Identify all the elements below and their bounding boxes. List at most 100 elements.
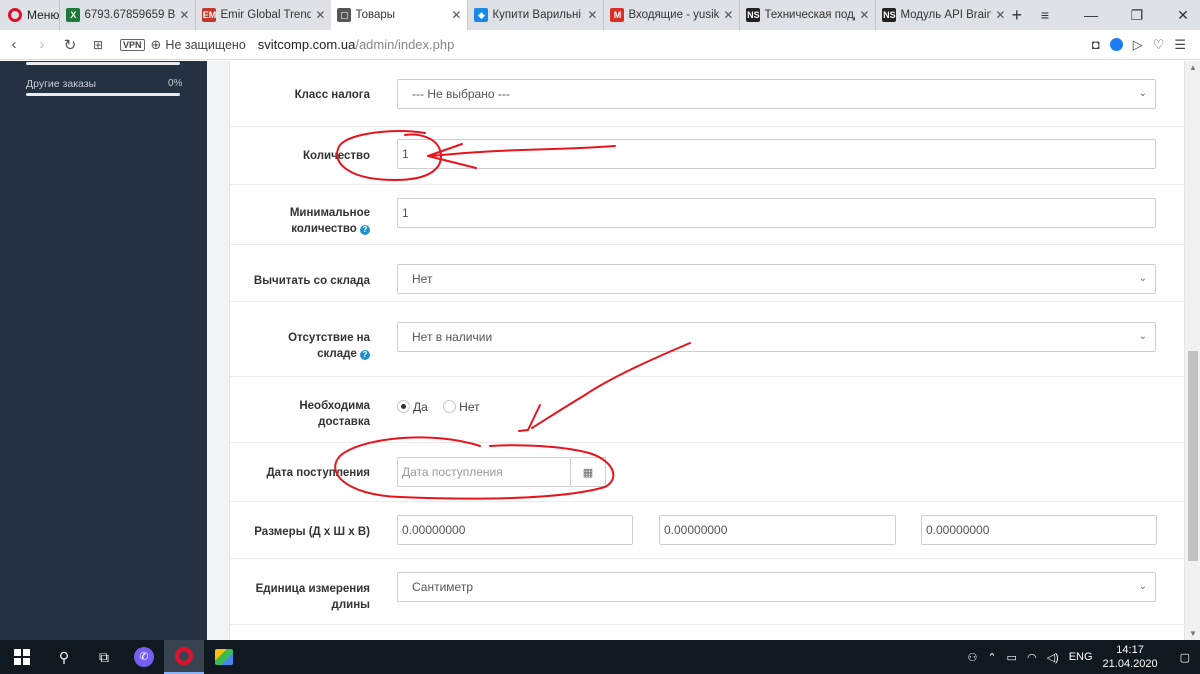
main-content: Класс налога --- Не выбрано --- ⌄ Количе… xyxy=(207,61,1186,640)
restore-icon[interactable]: ❐ xyxy=(1114,0,1160,30)
date-available-placeholder: Дата поступления xyxy=(402,465,503,479)
vpn-badge[interactable]: VPN xyxy=(120,38,145,51)
minimize-icon[interactable]: — xyxy=(1068,0,1114,30)
windows-start-button[interactable] xyxy=(0,640,44,674)
help-icon[interactable]: ? xyxy=(360,350,370,360)
wifi-icon[interactable]: ◠ xyxy=(1027,651,1037,664)
tab-favicon-icon: M xyxy=(610,8,625,22)
send-icon[interactable]: ▷ xyxy=(1133,37,1143,53)
security-status[interactable]: Не защищено xyxy=(165,38,245,52)
opera-menu-label: Меню xyxy=(27,8,60,22)
calendar-icon: ▦ xyxy=(582,466,594,479)
globe-icon: ⊕ xyxy=(150,36,162,52)
clock-date: 21.04.2020 xyxy=(1102,658,1158,670)
browser-tab[interactable]: M Входящие - yusik ✕ xyxy=(603,0,739,30)
battery-icon[interactable]: ▭ xyxy=(1007,651,1017,664)
page-scrollbar[interactable]: ▲ ▼ xyxy=(1186,61,1200,640)
opera-menu-button[interactable]: Меню xyxy=(0,0,59,30)
shipping-yes-radio[interactable] xyxy=(397,400,410,413)
subtract-value: Нет xyxy=(412,272,433,286)
back-icon[interactable]: ‹ xyxy=(0,36,28,53)
chevron-down-icon: ⌄ xyxy=(1138,88,1147,99)
speed-dial-icon[interactable]: ⊞ xyxy=(84,38,112,52)
volume-icon[interactable]: ◁) xyxy=(1047,651,1059,664)
clock[interactable]: 14:17 21.04.2020 xyxy=(1103,643,1158,671)
browser-tab[interactable]: ▢ Товары ✕ xyxy=(331,0,468,30)
tax-class-value: --- Не выбрано --- xyxy=(412,87,510,101)
task-view-icon[interactable]: ⧉ xyxy=(84,640,124,674)
notifications-icon[interactable]: ▢ xyxy=(1180,651,1190,664)
tab-title: Техническая подд xyxy=(764,9,856,21)
paint-app-icon[interactable] xyxy=(204,640,244,674)
shipping-no-label[interactable]: Нет xyxy=(459,400,479,414)
camera-icon[interactable]: ◘ xyxy=(1092,37,1100,52)
form-row-dimensions: Размеры (Д х Ш х В) 0.00000000 0.0000000… xyxy=(230,501,1186,558)
viber-app-icon[interactable]: ✆ xyxy=(124,640,164,674)
sidebar-progress-bar xyxy=(26,62,180,65)
browser-tab[interactable]: NS Модуль API Brain ✕ xyxy=(875,0,1011,30)
scroll-down-icon[interactable]: ▼ xyxy=(1189,629,1197,638)
width-input[interactable]: 0.00000000 xyxy=(659,515,896,545)
tab-close-icon[interactable]: ✕ xyxy=(451,8,461,22)
tab-close-icon[interactable]: ✕ xyxy=(315,8,325,22)
tab-title: Товары xyxy=(355,9,395,21)
help-icon[interactable]: ? xyxy=(360,225,370,235)
tab-close-icon[interactable]: ✕ xyxy=(723,8,733,22)
tax-class-select[interactable]: --- Не выбрано --- ⌄ xyxy=(397,79,1156,109)
close-window-icon[interactable]: ✕ xyxy=(1160,0,1200,30)
minimum-input[interactable]: 1 xyxy=(397,198,1156,228)
browser-tab-strip: Меню X6793.67859659 BTC✕EMEmir Global Tr… xyxy=(0,0,1200,30)
form-row-subtract: Вычитать со склада Нет ⌄ xyxy=(230,244,1186,301)
calendar-button[interactable]: ▦ xyxy=(571,457,606,487)
people-icon[interactable]: ⚇ xyxy=(967,651,977,664)
browser-tab[interactable]: NS Техническая подд ✕ xyxy=(739,0,875,30)
length-class-select[interactable]: Сантиметр ⌄ xyxy=(397,572,1156,602)
forward-icon[interactable]: › xyxy=(28,36,56,53)
browser-tab[interactable]: X6793.67859659 BTC✕ xyxy=(59,0,195,30)
shipping-radio-group: Да Нет xyxy=(397,400,492,414)
ad-block-shield-icon[interactable] xyxy=(1109,38,1123,51)
length-input[interactable]: 0.00000000 xyxy=(397,515,633,545)
tax-class-label: Класс налога xyxy=(294,89,370,101)
browser-tab[interactable]: EM Emir Global Trend ✕ xyxy=(195,0,331,30)
scroll-up-icon[interactable]: ▲ xyxy=(1189,63,1197,72)
tab-close-icon[interactable]: ✕ xyxy=(995,8,1005,22)
length-class-label: Единица измерения длины xyxy=(255,583,370,611)
stock-status-select[interactable]: Нет в наличии ⌄ xyxy=(397,322,1156,352)
opera-app-icon[interactable] xyxy=(164,640,204,674)
url-path[interactable]: /admin/index.php xyxy=(355,37,454,52)
form-row-quantity: Количество 1 xyxy=(230,126,1186,184)
quantity-value: 1 xyxy=(402,147,409,161)
tab-close-icon[interactable]: ✕ xyxy=(587,8,597,22)
date-available-input[interactable]: Дата поступления xyxy=(397,457,571,487)
heart-icon[interactable]: ♡ xyxy=(1153,37,1165,53)
new-tab-button[interactable]: + xyxy=(1011,0,1022,30)
stock-status-label: Отсутствие на складе ? xyxy=(288,332,370,360)
settings-sliders-icon[interactable]: ☰ xyxy=(1174,37,1186,53)
form-row-next xyxy=(230,624,1186,640)
tab-title: Входящие - yusik xyxy=(628,9,720,21)
tray-chevron-up-icon[interactable]: ⌃ xyxy=(987,651,996,664)
url-host[interactable]: svitcomp.com.ua xyxy=(258,37,356,52)
tab-close-icon[interactable]: ✕ xyxy=(179,8,189,22)
browser-tab[interactable]: ◆ Купити Варильні п ✕ xyxy=(467,0,603,30)
language-indicator[interactable]: ENG xyxy=(1069,651,1093,663)
form-row-shipping: Необходима доставка Да Нет xyxy=(230,376,1186,442)
form-row-date-available: Дата поступления Дата поступления ▦ xyxy=(230,442,1186,501)
subtract-label: Вычитать со склада xyxy=(253,275,370,287)
shipping-label: Необходима доставка xyxy=(299,400,370,428)
tab-close-icon[interactable]: ✕ xyxy=(859,8,869,22)
shipping-yes-label[interactable]: Да xyxy=(413,400,428,414)
windows-taskbar: ⚲ ⧉ ✆ ⚇ ⌃ ▭ ◠ ◁) ENG 14:17 21.04.2020 ▢ xyxy=(0,640,1200,674)
dimensions-label: Размеры (Д х Ш х В) xyxy=(254,526,370,538)
tab-menu-icon[interactable]: ≡ xyxy=(1022,0,1068,30)
search-icon[interactable]: ⚲ xyxy=(44,640,84,674)
product-form-panel: Класс налога --- Не выбрано --- ⌄ Количе… xyxy=(229,61,1186,640)
shipping-no-radio[interactable] xyxy=(443,400,457,413)
quantity-label: Количество xyxy=(302,150,370,162)
height-input[interactable]: 0.00000000 xyxy=(921,515,1157,545)
reload-icon[interactable]: ↻ xyxy=(56,36,84,54)
quantity-input[interactable]: 1 xyxy=(397,139,1156,169)
subtract-select[interactable]: Нет ⌄ xyxy=(397,264,1156,294)
scrollbar-thumb[interactable] xyxy=(1188,351,1198,561)
